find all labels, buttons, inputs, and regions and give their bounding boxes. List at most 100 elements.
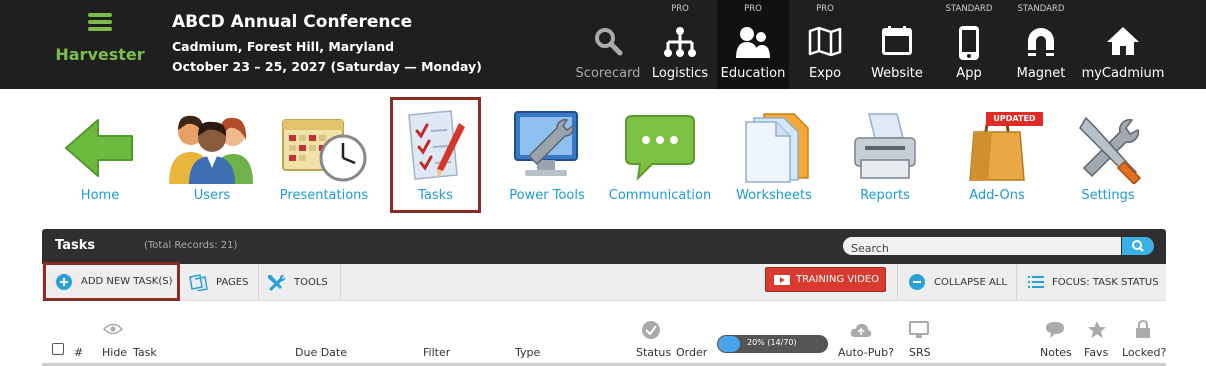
col-due-date[interactable]: Due Date	[295, 346, 347, 359]
col-hide[interactable]: Hide	[102, 346, 127, 359]
browser-icon	[864, 26, 930, 58]
nav-scorecard[interactable]: Scorecard	[574, 0, 642, 89]
col-order[interactable]: Order	[676, 346, 707, 359]
chat-bubble-icon	[608, 108, 712, 188]
conference-dates: October 23 – 25, 2027 (Saturday — Monday…	[172, 59, 482, 74]
module-label: Power Tools	[509, 188, 585, 203]
monitor-wrench-icon	[501, 108, 593, 188]
updated-badge: UPDATED	[986, 112, 1043, 126]
tier-label: PRO	[671, 4, 689, 14]
module-home[interactable]: Home	[55, 100, 145, 210]
col-favs[interactable]: Favs	[1084, 346, 1108, 359]
tasks-toolbar: ADD NEW TASK(S) PAGES TOOLS TRAINING VID…	[42, 262, 1166, 301]
module-power-tools[interactable]: Power Tools	[501, 100, 593, 210]
plus-circle-icon	[55, 273, 73, 291]
focus-task-status-button[interactable]: FOCUS: TASK STATUS	[1017, 264, 1166, 300]
col-number[interactable]: #	[74, 346, 83, 359]
nav-label: App	[956, 66, 982, 81]
brand-menu[interactable]: Harvester	[40, 10, 160, 64]
magnet-icon	[1008, 26, 1074, 58]
cloud-upload-icon	[850, 323, 872, 337]
module-label: Tasks	[418, 188, 453, 203]
nav-label: Logistics	[651, 66, 709, 81]
add-new-task-button[interactable]: ADD NEW TASK(S)	[43, 262, 180, 301]
conference-info: ABCD Annual Conference Cadmium, Forest H…	[172, 12, 482, 77]
collapse-all-button[interactable]: COLLAPSE ALL	[897, 264, 1017, 300]
training-video-button[interactable]: TRAINING VIDEO	[765, 267, 886, 292]
module-reports[interactable]: Reports	[842, 100, 928, 210]
people-icon	[717, 26, 789, 58]
magnifier-icon	[574, 26, 642, 58]
tools-button[interactable]: TOOLS	[259, 264, 341, 300]
add-new-task-label: ADD NEW TASK(S)	[81, 276, 173, 287]
checklist-icon	[393, 109, 478, 189]
lock-icon	[1136, 320, 1150, 338]
wrench-icon	[266, 273, 286, 291]
eye-icon	[103, 323, 123, 335]
col-locked[interactable]: Locked?	[1122, 346, 1166, 359]
pages-button[interactable]: PAGES	[182, 264, 259, 300]
search-button[interactable]	[1122, 237, 1154, 255]
phone-icon	[936, 26, 1002, 60]
col-filter[interactable]: Filter	[423, 346, 450, 359]
nav-website[interactable]: Website	[864, 0, 930, 89]
nav-app[interactable]: STANDARD App	[936, 0, 1002, 89]
minus-circle-icon	[908, 273, 926, 291]
col-srs[interactable]: SRS	[909, 346, 931, 359]
search-input[interactable]	[851, 239, 1111, 258]
map-icon	[792, 26, 858, 58]
pages-label: PAGES	[216, 276, 249, 288]
org-chart-icon	[646, 26, 714, 58]
tools-icon	[1066, 108, 1150, 188]
col-type[interactable]: Type	[515, 346, 540, 359]
module-communication[interactable]: Communication	[608, 100, 712, 210]
check-circle-icon	[642, 321, 660, 339]
module-worksheets[interactable]: Worksheets	[730, 100, 818, 210]
conference-title: ABCD Annual Conference	[172, 12, 413, 32]
module-label: Reports	[860, 188, 910, 203]
module-users[interactable]: Users	[166, 100, 258, 210]
module-tasks[interactable]: Tasks	[390, 97, 481, 213]
record-count: (Total Records: 21)	[144, 240, 238, 251]
tasks-panel-header: Tasks (Total Records: 21)	[42, 229, 1166, 264]
nav-mycadmium[interactable]: myCadmium	[1080, 0, 1166, 89]
nav-logistics[interactable]: PRO Logistics	[646, 0, 714, 89]
collapse-all-label: COLLAPSE ALL	[934, 276, 1007, 288]
col-status[interactable]: Status	[636, 346, 671, 359]
nav-education[interactable]: PRO Education	[717, 0, 789, 89]
select-all-checkbox[interactable]	[52, 343, 64, 355]
col-notes[interactable]: Notes	[1040, 346, 1072, 359]
documents-icon	[730, 108, 818, 188]
brand-name: Harvester	[55, 45, 145, 64]
pages-icon	[188, 273, 208, 291]
video-icon	[774, 274, 790, 286]
tier-label: PRO	[816, 4, 834, 14]
search-icon	[1132, 240, 1144, 252]
nav-label: Website	[871, 66, 923, 81]
tools-label: TOOLS	[294, 276, 328, 288]
module-label: Add-Ons	[969, 188, 1025, 203]
speech-bubble-icon	[1046, 322, 1064, 338]
progress-fill	[718, 336, 740, 352]
module-settings[interactable]: Settings	[1066, 100, 1150, 210]
nav-expo[interactable]: PRO Expo	[792, 0, 858, 89]
focus-label: FOCUS: TASK STATUS	[1052, 276, 1159, 288]
module-label: Presentations	[279, 188, 369, 203]
nav-label: Magnet	[1016, 66, 1066, 81]
module-label: Home	[80, 188, 120, 203]
tier-label: PRO	[744, 4, 762, 14]
module-label: Worksheets	[736, 188, 812, 203]
col-task[interactable]: Task	[133, 346, 157, 359]
tier-label: STANDARD	[945, 4, 993, 14]
module-presentations[interactable]: Presentations	[277, 100, 371, 210]
hamburger-menu-icon[interactable]	[88, 13, 112, 31]
conference-location: Cadmium, Forest Hill, Maryland	[172, 39, 395, 54]
progress-bar: 20% (14/70)	[717, 335, 828, 353]
module-label: Users	[193, 188, 231, 203]
nav-label: Expo	[808, 66, 842, 81]
nav-label: Education	[720, 66, 786, 81]
nav-label: myCadmium	[1081, 66, 1165, 81]
nav-magnet[interactable]: STANDARD Magnet	[1008, 0, 1074, 89]
col-auto-pub[interactable]: Auto-Pub?	[838, 346, 894, 359]
module-label: Settings	[1081, 188, 1135, 203]
